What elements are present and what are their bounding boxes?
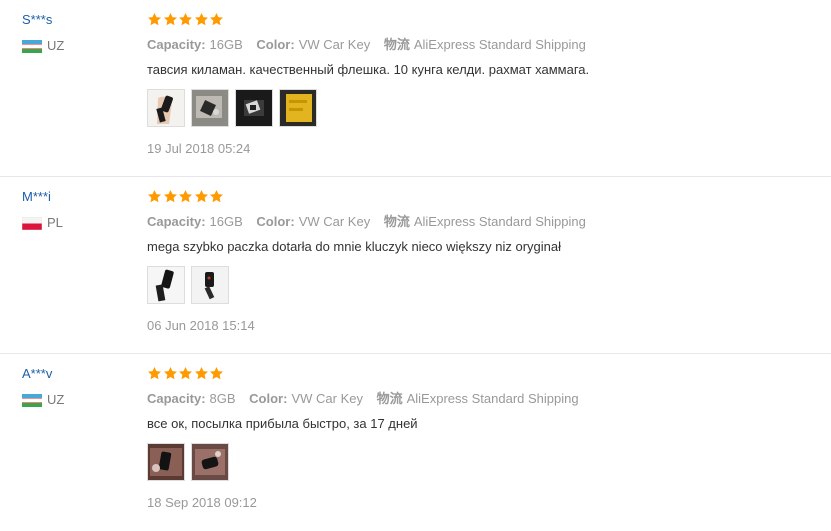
review-content: Capacity: 16GB Color: VW Car Key 物流 AliExpr… bbox=[147, 189, 817, 334]
attr-shipping-label: 物流 bbox=[383, 37, 410, 52]
reviewer-name[interactable]: M***i bbox=[22, 189, 132, 205]
star-icon bbox=[163, 366, 178, 381]
star-icon bbox=[147, 189, 162, 204]
star-icon bbox=[194, 12, 209, 27]
reviewer-country: PL bbox=[21, 215, 132, 231]
review-content: Capacity: 16GB Color: VW Car Key 物流 AliExpr… bbox=[147, 12, 817, 157]
flag-uz-icon bbox=[22, 39, 42, 53]
star-icon bbox=[194, 366, 209, 381]
review-text: все ок, посылка прибыла быстро, за 17 дн… bbox=[147, 416, 418, 431]
attr-capacity-value: 16GB bbox=[209, 214, 243, 229]
review-photo[interactable] bbox=[191, 89, 229, 127]
review-photo[interactable] bbox=[191, 266, 229, 304]
attr-color-value: VW Car Key bbox=[298, 37, 371, 52]
attr-capacity: Capacity: 8GB bbox=[147, 390, 236, 407]
review-photo[interactable] bbox=[147, 266, 185, 304]
attr-shipping-label: 物流 bbox=[376, 391, 403, 406]
review-date: 18 Sep 2018 09:12 bbox=[147, 495, 257, 510]
attr-shipping: 物流 AliExpress Standard Shipping bbox=[384, 36, 586, 53]
attr-shipping-value: AliExpress Standard Shipping bbox=[413, 214, 586, 229]
review-list: S***s UZ Capacity: 16GB Color: VW Car Ke… bbox=[0, 0, 831, 531]
review-item: A***v UZ Capacity: 8GB Color: VW Car Key… bbox=[0, 354, 831, 531]
review-text: тавсия киламан. качественный флешка. 10 … bbox=[147, 62, 590, 77]
attr-color-label: Color: bbox=[256, 214, 295, 229]
flag-uz-icon bbox=[22, 393, 42, 407]
review-photo[interactable] bbox=[235, 89, 273, 127]
reviewer-info: M***i PL bbox=[21, 189, 132, 231]
review-photo[interactable] bbox=[191, 443, 229, 481]
country-code: PL bbox=[47, 215, 63, 230]
attr-capacity-value: 8GB bbox=[209, 391, 236, 406]
attr-color: Color: VW Car Key bbox=[249, 390, 363, 407]
order-attributes: Capacity: 8GB Color: VW Car Key 物流 AliExpre… bbox=[147, 390, 817, 407]
attr-shipping-label: 物流 bbox=[383, 214, 410, 229]
star-icon bbox=[209, 189, 224, 204]
star-rating bbox=[147, 366, 817, 384]
review-photos bbox=[147, 89, 817, 127]
reviewer-name[interactable]: S***s bbox=[22, 12, 132, 28]
reviewer-name[interactable]: A***v bbox=[22, 366, 132, 382]
attr-color-value: VW Car Key bbox=[291, 391, 363, 406]
attr-capacity-label: Capacity: bbox=[147, 214, 206, 229]
review-item: M***i PL Capacity: 16GB Color: VW Car Ke… bbox=[0, 177, 831, 354]
reviewer-country: UZ bbox=[22, 38, 132, 54]
star-icon bbox=[147, 12, 162, 27]
attr-color-label: Color: bbox=[249, 391, 288, 406]
star-icon bbox=[163, 189, 178, 204]
attr-color: Color: VW Car Key bbox=[256, 36, 370, 53]
star-icon bbox=[147, 366, 162, 381]
country-code: UZ bbox=[47, 392, 65, 407]
attr-capacity: Capacity: 16GB bbox=[147, 213, 243, 230]
attr-capacity-value: 16GB bbox=[209, 37, 243, 52]
attr-shipping-value: AliExpress Standard Shipping bbox=[413, 37, 586, 52]
star-icon bbox=[209, 12, 224, 27]
flag-pl-icon bbox=[21, 216, 43, 230]
reviewer-info: A***v UZ bbox=[22, 366, 132, 408]
attr-shipping: 物流 AliExpress Standard Shipping bbox=[384, 213, 586, 230]
attr-capacity: Capacity: 16GB bbox=[147, 36, 243, 53]
star-icon bbox=[163, 12, 178, 27]
star-rating bbox=[147, 12, 817, 30]
attr-color-label: Color: bbox=[256, 37, 295, 52]
order-attributes: Capacity: 16GB Color: VW Car Key 物流 AliExpr… bbox=[147, 36, 817, 53]
attr-capacity-label: Capacity: bbox=[147, 37, 206, 52]
review-date: 19 Jul 2018 05:24 bbox=[147, 141, 251, 156]
star-icon bbox=[178, 366, 193, 381]
review-text: mega szybko paczka dotarła do mnie klucz… bbox=[147, 239, 562, 254]
review-date: 06 Jun 2018 15:14 bbox=[147, 318, 255, 333]
review-item: S***s UZ Capacity: 16GB Color: VW Car Ke… bbox=[0, 0, 831, 177]
review-photo[interactable] bbox=[147, 89, 185, 127]
star-icon bbox=[209, 366, 224, 381]
star-icon bbox=[178, 189, 193, 204]
attr-shipping: 物流 AliExpress Standard Shipping bbox=[377, 390, 579, 407]
attr-color: Color: VW Car Key bbox=[256, 213, 370, 230]
attr-capacity-label: Capacity: bbox=[147, 391, 206, 406]
review-content: Capacity: 8GB Color: VW Car Key 物流 AliExpre… bbox=[147, 366, 817, 511]
attr-color-value: VW Car Key bbox=[298, 214, 371, 229]
star-icon bbox=[178, 12, 193, 27]
star-icon bbox=[194, 189, 209, 204]
country-code: UZ bbox=[47, 38, 65, 53]
star-rating bbox=[147, 189, 817, 207]
attr-shipping-value: AliExpress Standard Shipping bbox=[406, 391, 579, 406]
review-photo[interactable] bbox=[279, 89, 317, 127]
reviewer-country: UZ bbox=[22, 392, 132, 408]
review-photo[interactable] bbox=[147, 443, 185, 481]
reviewer-info: S***s UZ bbox=[22, 12, 132, 54]
review-photos bbox=[147, 443, 817, 481]
review-photos bbox=[147, 266, 817, 304]
order-attributes: Capacity: 16GB Color: VW Car Key 物流 AliExpr… bbox=[147, 213, 817, 230]
